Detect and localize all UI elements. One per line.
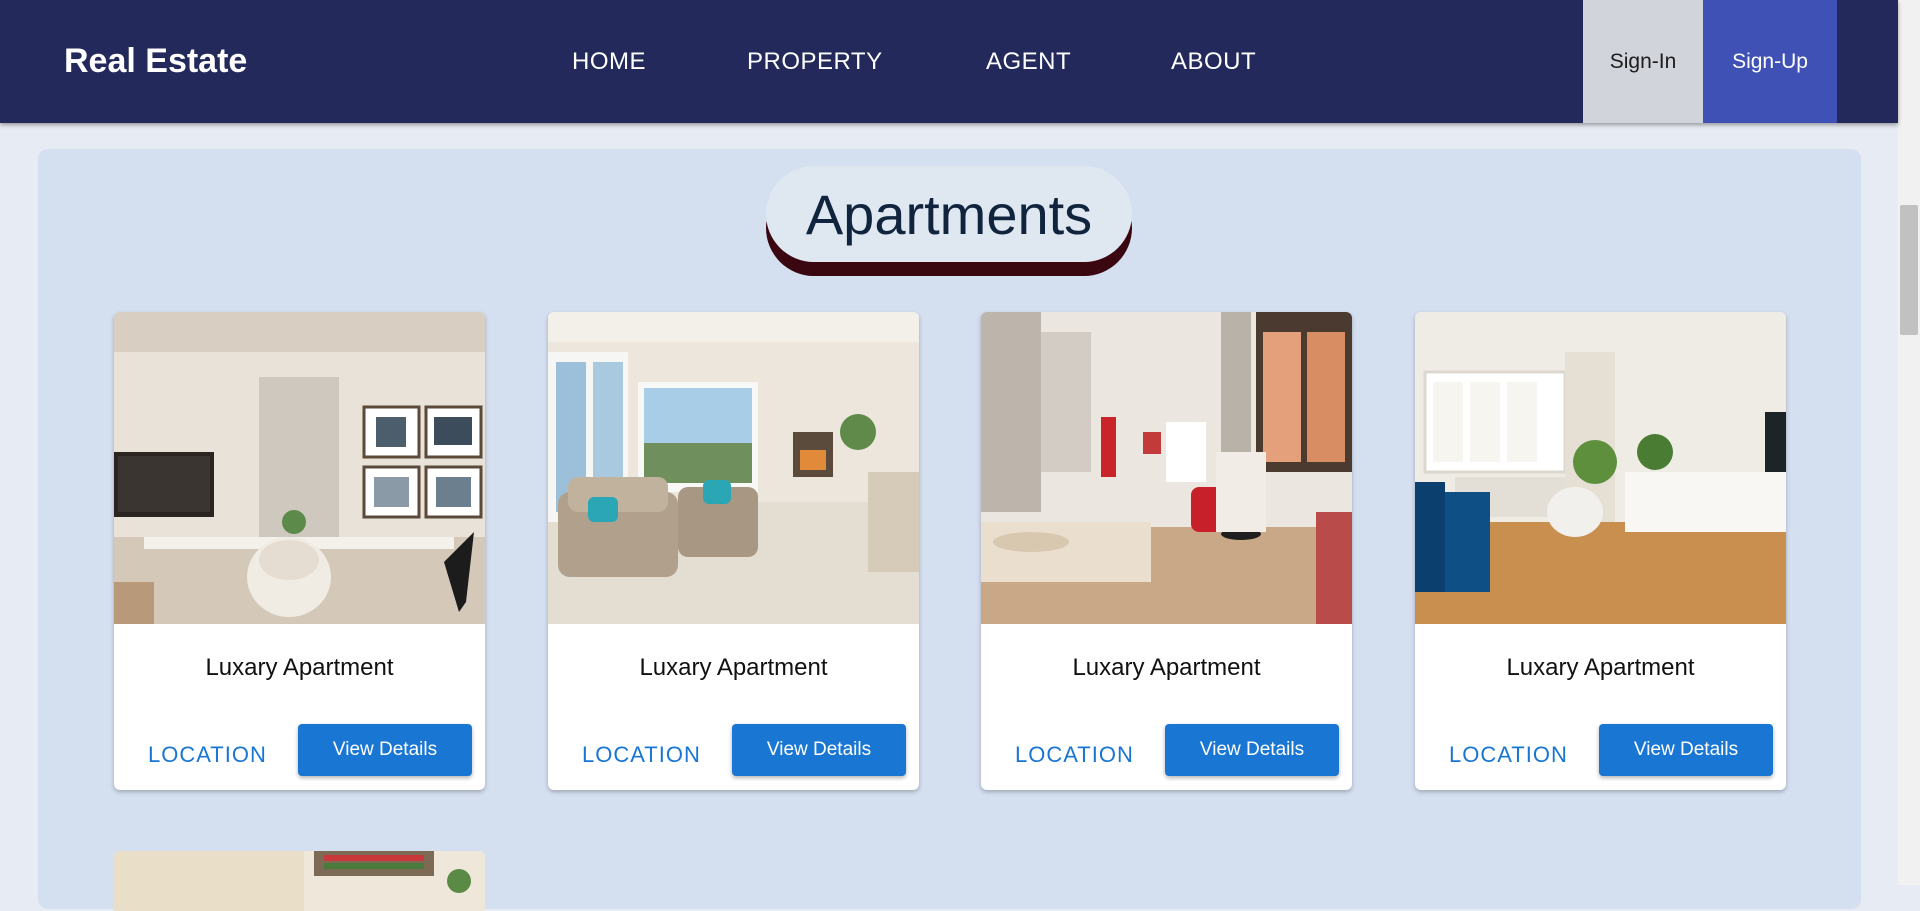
property-photo	[114, 851, 485, 911]
nav-property[interactable]: PROPERTY	[747, 48, 883, 76]
card-title: Luxary Apartment	[1072, 654, 1261, 681]
location-link[interactable]: LOCATION	[148, 742, 267, 768]
scrollbar-thumb[interactable]	[1900, 205, 1918, 335]
location-link[interactable]: LOCATION	[1015, 742, 1134, 768]
card-title: Luxary Apartment	[1506, 654, 1695, 681]
card-title: Luxary Apartment	[639, 654, 828, 681]
card-title: Luxary Apartment	[205, 654, 394, 681]
property-card: Luxary Apartment LOCATION View Details	[981, 312, 1352, 790]
scrollbar-track[interactable]	[1898, 0, 1920, 885]
sign-in-button[interactable]: Sign-In	[1583, 0, 1703, 123]
view-details-button[interactable]: View Details	[732, 724, 906, 776]
nav-home[interactable]: HOME	[572, 48, 646, 76]
sign-up-button[interactable]: Sign-Up	[1703, 0, 1837, 123]
property-photo	[1415, 312, 1786, 624]
location-link[interactable]: LOCATION	[1449, 742, 1568, 768]
view-details-button[interactable]: View Details	[298, 724, 472, 776]
nav-about[interactable]: ABOUT	[1171, 48, 1256, 76]
nav-agent[interactable]: AGENT	[986, 48, 1071, 76]
view-details-button[interactable]: View Details	[1165, 724, 1339, 776]
location-link[interactable]: LOCATION	[582, 742, 701, 768]
property-card-partial	[114, 851, 485, 911]
brand-logo[interactable]: Real Estate	[64, 42, 247, 80]
property-card: Luxary Apartment LOCATION View Details	[114, 312, 485, 790]
property-photo	[548, 312, 919, 624]
property-card: Luxary Apartment LOCATION View Details	[1415, 312, 1786, 790]
property-photo	[981, 312, 1352, 624]
property-card: Luxary Apartment LOCATION View Details	[548, 312, 919, 790]
property-photo	[114, 312, 485, 624]
navbar: Real Estate HOME PROPERTY AGENT ABOUT Si…	[0, 0, 1898, 123]
view-details-button[interactable]: View Details	[1599, 724, 1773, 776]
section-title: Apartments	[766, 166, 1132, 262]
